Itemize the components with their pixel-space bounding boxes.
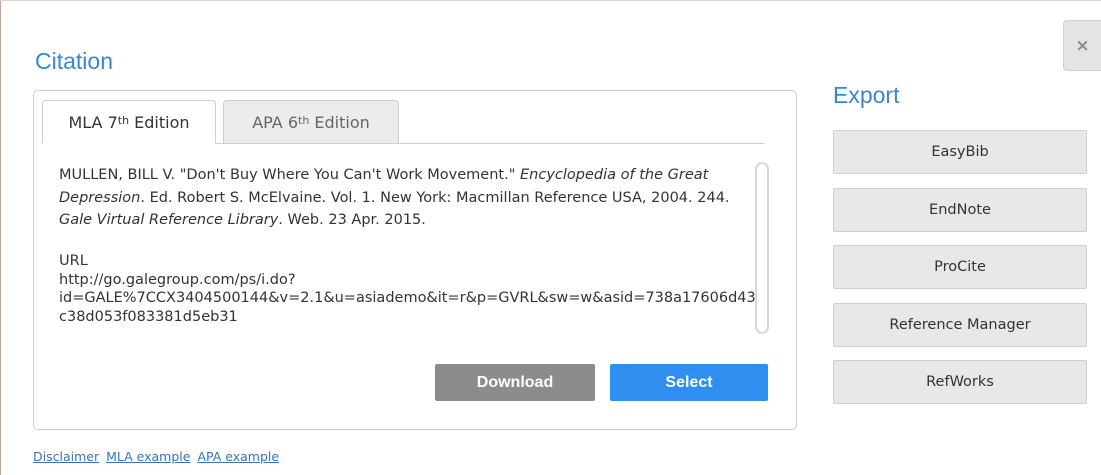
export-endnote-button[interactable]: EndNote [833,188,1087,232]
citation-text-segment: MULLEN, BILL V. "Don't Buy Where You Can… [59,167,520,183]
citation-text-italic: Gale Virtual Reference Library [59,212,279,228]
close-icon: × [1075,35,1090,56]
tab-label-superscript: th [298,113,310,127]
url-label: URL [59,253,88,269]
mla-example-link[interactable]: MLA example [106,449,190,464]
tab-label-suffix: Edition [309,112,370,132]
url-line: http://go.galegroup.com/ps/i.do? [59,271,296,288]
citation-text-segment: . Web. 23 Apr. 2015. [278,212,426,228]
citation-scrollbar[interactable] [755,162,769,334]
top-border [0,0,1101,1]
export-title: Export [833,82,900,108]
citation-panel: MLA 7th Edition APA 6th Edition MULLEN, … [33,90,797,430]
export-refworks-button[interactable]: RefWorks [833,360,1087,404]
footer-links: Disclaimer MLA example APA example [33,449,282,464]
tab-label: APA 6 [252,112,299,132]
tab-apa-6th-edition[interactable]: APA 6th Edition [223,100,399,144]
tab-label: MLA 7 [68,112,118,132]
download-button[interactable]: Download [435,364,595,401]
citation-title: Citation [35,48,113,74]
citation-url-block: URL http://go.galegroup.com/ps/i.do? id=… [59,252,759,326]
export-reference-manager-button[interactable]: Reference Manager [833,303,1087,347]
apa-example-link[interactable]: APA example [197,449,279,464]
export-procite-button[interactable]: ProCite [833,245,1087,289]
select-button[interactable]: Select [610,364,768,401]
left-border [0,0,1,475]
citation-text: MULLEN, BILL V. "Don't Buy Where You Can… [59,164,759,232]
close-button[interactable]: × [1063,20,1101,71]
tab-label-suffix: Edition [129,112,190,132]
disclaimer-link[interactable]: Disclaimer [33,449,99,464]
export-easybib-button[interactable]: EasyBib [833,130,1087,174]
tab-label-superscript: th [117,113,130,127]
tab-mla-7th-edition[interactable]: MLA 7th Edition [42,100,216,144]
citation-text-segment: . Ed. Robert S. McElvaine. Vol. 1. New Y… [140,189,730,206]
url-line: id=GALE%7CCX3404500144&v=2.1&u=asiademo&… [59,290,756,325]
